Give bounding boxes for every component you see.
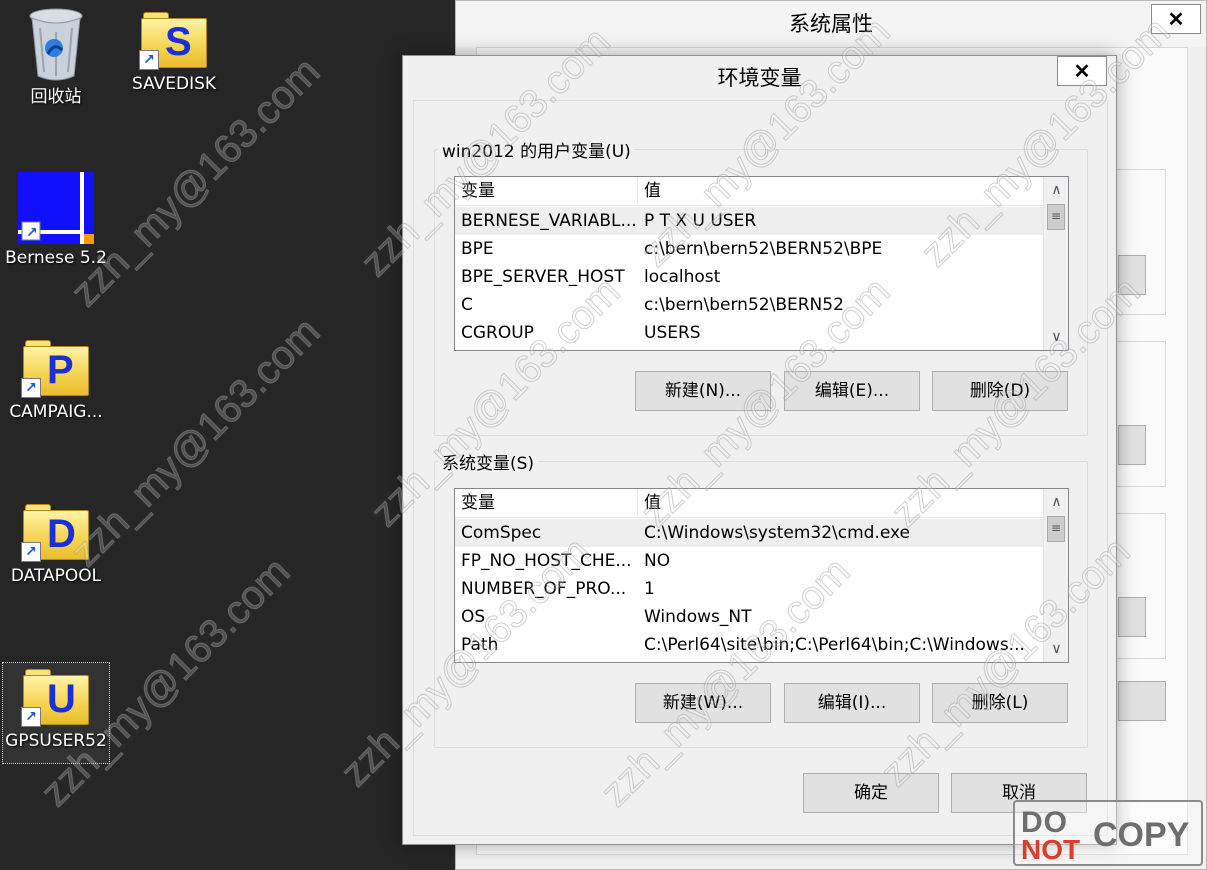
scroll-down-icon[interactable]: ∨	[1044, 636, 1068, 662]
close-button[interactable]: ✕	[1151, 4, 1201, 34]
settings-button[interactable]	[1118, 255, 1146, 295]
svg-text:↗: ↗	[26, 225, 38, 241]
desktop-icon-campaign[interactable]: P ↗ CAMPAIG...	[4, 338, 108, 422]
close-button[interactable]: ✕	[1057, 56, 1107, 86]
table-row[interactable]: OS Windows_NT	[455, 603, 1043, 631]
shortcut-arrow-icon: ↗	[21, 542, 41, 562]
shortcut-arrow-icon: ↗	[139, 50, 159, 70]
desktop-icon-label: DATAPOOL	[10, 566, 102, 586]
variable-name: FP_NO_HOST_CHE...	[461, 551, 632, 571]
recycle-bin-icon	[29, 8, 83, 81]
user-delete-button[interactable]: 删除(D)	[932, 371, 1068, 411]
shortcut-arrow-icon: ↗	[21, 707, 41, 727]
table-row[interactable]: ComSpec C:\Windows\system32\cmd.exe	[455, 519, 1043, 547]
desktop-icon-label: 回收站	[30, 87, 82, 107]
table-row[interactable]: BERNESE_VARIABL... P T X U USER	[455, 207, 1043, 235]
environment-variables-dialog: 环境变量 ✕ win2012 的用户变量(U) 变量 值 BERNESE_VAR…	[402, 55, 1117, 845]
ok-button[interactable]: 确定	[803, 773, 939, 813]
list-header: 变量 值	[455, 177, 1043, 206]
window-title: 系统属性	[456, 1, 1206, 47]
variable-value: Windows_NT	[644, 607, 752, 627]
table-row[interactable]: BPE c:\bern\bern52\BERN52\BPE	[455, 235, 1043, 263]
variable-name: BPE	[461, 239, 494, 259]
system-variables-label: 系统变量(S)	[438, 449, 539, 474]
column-header-variable[interactable]: 变量	[455, 489, 638, 518]
table-row[interactable]: C c:\bern\bern52\BERN52	[455, 291, 1043, 319]
desktop-icon-label: CAMPAIG...	[9, 402, 103, 422]
user-edit-button[interactable]: 编辑(E)...	[784, 371, 920, 411]
table-row[interactable]: BPE_SERVER_HOST localhost	[455, 263, 1043, 291]
desktop-icon-label: Bernese 5.2	[5, 248, 107, 268]
variable-name: NUMBER_OF_PRO...	[461, 579, 627, 599]
variable-name: BERNESE_VARIABL...	[461, 211, 637, 231]
folder-letter: S	[165, 20, 192, 64]
variable-name: C	[461, 295, 473, 315]
variable-name: ComSpec	[461, 523, 542, 543]
folder-icon: S ↗	[139, 10, 209, 70]
vertical-scrollbar[interactable]: ∧ ≡ ∨	[1043, 489, 1068, 662]
scroll-thumb[interactable]: ≡	[1047, 204, 1065, 230]
folder-letter: P	[47, 348, 74, 392]
variable-name: OS	[461, 607, 486, 627]
folder-icon: D ↗	[21, 502, 91, 562]
background-group	[1116, 341, 1166, 487]
variable-value: NO	[644, 551, 671, 571]
list-header: 变量 值	[455, 489, 1043, 518]
variable-value: C:\Perl64\site\bin;C:\Perl64\bin;C:\Wind…	[644, 635, 1025, 655]
background-group	[1116, 513, 1166, 659]
variable-name: CGROUP	[461, 323, 534, 343]
variable-value: 1	[644, 579, 655, 599]
environment-variables-button[interactable]	[1118, 681, 1166, 721]
folder-icon: U ↗	[21, 667, 91, 727]
desktop-icon-savedisk[interactable]: S ↗ SAVEDISK	[124, 10, 224, 94]
variable-name: BPE_SERVER_HOST	[461, 267, 625, 287]
system-variables-list[interactable]: 变量 值 ComSpec C:\Windows\system32\cmd.exe…	[454, 488, 1069, 663]
dialog-title: 环境变量	[717, 66, 802, 90]
scroll-up-icon[interactable]: ∧	[1044, 489, 1068, 515]
system-edit-button[interactable]: 编辑(I)...	[784, 683, 920, 723]
table-row[interactable]: CGROUP USERS	[455, 319, 1043, 347]
table-row[interactable]: NUMBER_OF_PRO... 1	[455, 575, 1043, 603]
desktop-icon-gpsuser52[interactable]: U ↗ GPSUSER52	[2, 662, 110, 764]
settings-button[interactable]	[1118, 597, 1146, 637]
scroll-down-icon[interactable]: ∨	[1044, 324, 1068, 350]
desktop-icon-datapool[interactable]: D ↗ DATAPOOL	[4, 502, 108, 586]
variable-value: C:\Windows\system32\cmd.exe	[644, 523, 911, 543]
system-delete-button[interactable]: 删除(L)	[932, 683, 1068, 723]
column-header-value[interactable]: 值	[638, 489, 1043, 518]
desktop-icon-label: GPSUSER52	[5, 731, 107, 751]
variable-name: Path	[461, 635, 499, 655]
shortcut-arrow-icon: ↗	[21, 378, 41, 398]
folder-letter: D	[47, 512, 76, 556]
user-variables-list[interactable]: 变量 值 BERNESE_VARIABL... P T X U USER BPE…	[454, 176, 1069, 351]
desktop-icon-bernese[interactable]: ↗ Bernese 5.2	[4, 172, 108, 268]
table-row[interactable]: FP_NO_HOST_CHE... NO	[455, 547, 1043, 575]
settings-button[interactable]	[1118, 425, 1146, 465]
bernese-app-icon: ↗	[18, 172, 94, 244]
column-header-value[interactable]: 值	[638, 177, 1043, 206]
variable-value: c:\bern\bern52\BERN52\BPE	[644, 239, 883, 259]
table-row[interactable]: Path C:\Perl64\site\bin;C:\Perl64\bin;C:…	[455, 631, 1043, 659]
stamp-text: COPY	[1093, 816, 1190, 854]
desktop-icon-label: SAVEDISK	[131, 74, 217, 94]
system-new-button[interactable]: 新建(W)...	[635, 683, 771, 723]
folder-letter: U	[47, 677, 76, 721]
scroll-up-icon[interactable]: ∧	[1044, 177, 1068, 203]
do-not-copy-stamp: DO NOT COPY	[1013, 800, 1203, 866]
desktop-icon-recycle-bin[interactable]: 回收站	[14, 6, 98, 107]
variable-value: c:\bern\bern52\BERN52	[644, 295, 844, 315]
variable-value: USERS	[644, 323, 701, 343]
user-variables-label: win2012 的用户变量(U)	[438, 137, 635, 162]
vertical-scrollbar[interactable]: ∧ ≡ ∨	[1043, 177, 1068, 350]
dialog-content: win2012 的用户变量(U) 变量 值 BERNESE_VARIABL...…	[413, 100, 1108, 836]
column-header-variable[interactable]: 变量	[455, 177, 638, 206]
variable-value: P T X U USER	[644, 211, 757, 231]
user-new-button[interactable]: 新建(N)...	[635, 371, 771, 411]
folder-icon: P ↗	[21, 338, 91, 398]
scroll-thumb[interactable]: ≡	[1047, 516, 1065, 542]
stamp-text: NOT	[1021, 834, 1081, 865]
variable-value: localhost	[644, 267, 721, 287]
